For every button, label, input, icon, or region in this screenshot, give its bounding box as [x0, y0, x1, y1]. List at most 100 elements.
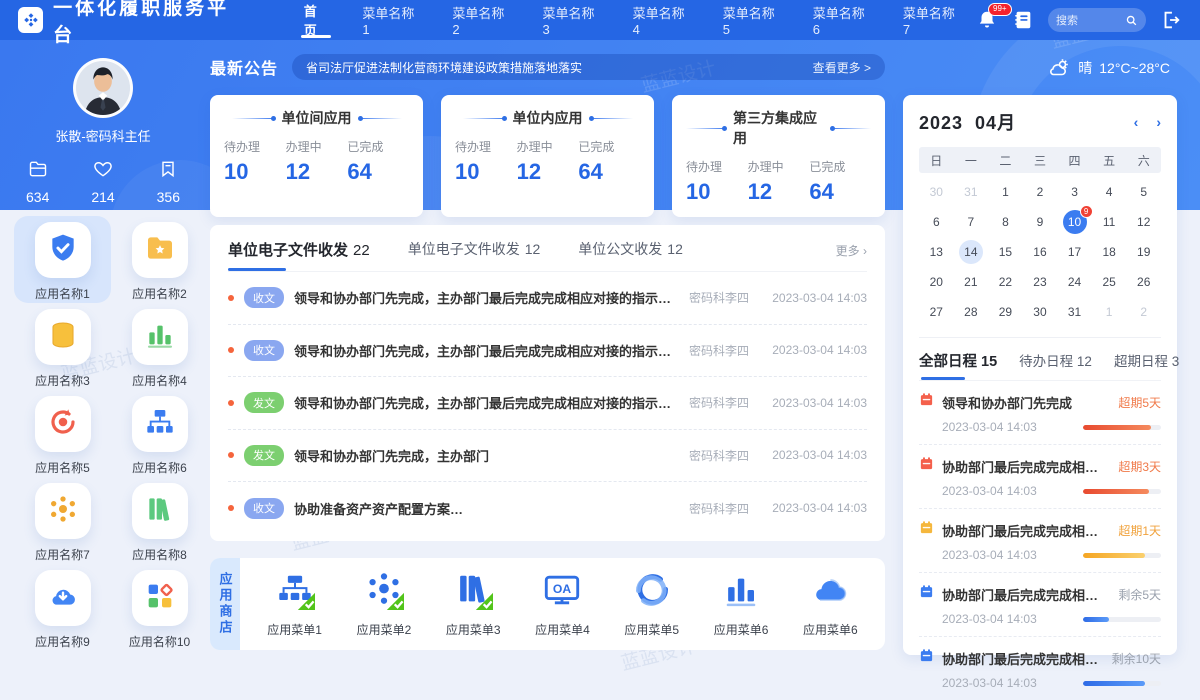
- schedule-tab[interactable]: 超期日程 3: [1114, 350, 1179, 380]
- document-row[interactable]: 发文领导和协办部门先完成，主办部门最后完成完成相应对接的指示任务办件，请示文密码…: [228, 377, 867, 430]
- stat-col[interactable]: 已完成64: [578, 138, 640, 185]
- logout-button[interactable]: [1160, 9, 1182, 31]
- schedule-item[interactable]: 协助部门最后完成完成相应对接…超期1天2023-03-04 14:03: [919, 509, 1161, 573]
- nav-item-菜单名称4[interactable]: 菜单名称4: [616, 0, 706, 40]
- calendar-day[interactable]: 1: [1092, 297, 1127, 327]
- calendar-next-button[interactable]: ›: [1156, 115, 1161, 129]
- app-item-应用名称1[interactable]: 应用名称1: [14, 216, 111, 303]
- nav-item-菜单名称5[interactable]: 菜单名称5: [706, 0, 796, 40]
- calendar-day[interactable]: 11: [1092, 207, 1127, 237]
- calendar-day[interactable]: 19: [1126, 237, 1161, 267]
- calendar-day[interactable]: 15: [988, 237, 1023, 267]
- nav-item-菜单名称7[interactable]: 菜单名称7: [886, 0, 976, 40]
- calendar-day[interactable]: 18: [1092, 237, 1127, 267]
- documents-more-link[interactable]: 更多 ›: [836, 242, 867, 269]
- calendar-day[interactable]: 2: [1126, 297, 1161, 327]
- search-input[interactable]: 搜索: [1048, 8, 1146, 32]
- calendar-day[interactable]: 29: [988, 297, 1023, 327]
- stat-col[interactable]: 办理中12: [517, 138, 579, 185]
- schedule-time: 2023-03-04 14:03: [942, 484, 1083, 498]
- app-item-应用名称9[interactable]: 应用名称9: [14, 564, 111, 651]
- doc-tab[interactable]: 单位公文收发12: [578, 239, 683, 271]
- calendar-day[interactable]: 5: [1126, 177, 1161, 207]
- schedule-item[interactable]: 协助部门最后完成完成相应对接…超期3天2023-03-04 14:03: [919, 445, 1161, 509]
- store-item-应用菜单6[interactable]: 应用菜单6: [803, 570, 858, 638]
- app-item-应用名称10[interactable]: 应用名称10: [111, 564, 208, 651]
- app-item-应用名称5[interactable]: 应用名称5: [14, 390, 111, 477]
- stat-col[interactable]: 办理中12: [286, 138, 348, 185]
- nav-item-菜单名称2[interactable]: 菜单名称2: [435, 0, 525, 40]
- calendar-day[interactable]: 24: [1057, 267, 1092, 297]
- calendar-day[interactable]: 9: [1023, 207, 1058, 237]
- document-row[interactable]: 发文领导和协办部门先完成，主办部门密码科李四2023-03-04 14:03: [228, 430, 867, 483]
- calendar-day[interactable]: 30: [1023, 297, 1058, 327]
- app-item-应用名称7[interactable]: 应用名称7: [14, 477, 111, 564]
- profile-stat[interactable]: 214: [91, 159, 114, 205]
- calendar-day[interactable]: 31: [1057, 297, 1092, 327]
- doc-tab[interactable]: 单位电子文件收发22: [228, 239, 370, 271]
- calendar-day[interactable]: 22: [988, 267, 1023, 297]
- calendar-day[interactable]: 30: [919, 177, 954, 207]
- calendar-day[interactable]: 25: [1092, 267, 1127, 297]
- avatar[interactable]: [73, 58, 133, 118]
- nav-item-菜单名称1[interactable]: 菜单名称1: [345, 0, 435, 40]
- calendar-day[interactable]: 21: [954, 267, 989, 297]
- stat-col[interactable]: 已完成64: [347, 138, 409, 185]
- store-item-应用菜单5[interactable]: 应用菜单5: [624, 570, 679, 638]
- app-item-应用名称2[interactable]: 应用名称2: [111, 216, 208, 303]
- schedule-item[interactable]: 协助部门最后完成完成相应对接…剩余10天2023-03-04 14:03: [919, 637, 1161, 700]
- stat-col[interactable]: 待办理10: [224, 138, 286, 185]
- app-item-应用名称4[interactable]: 应用名称4: [111, 303, 208, 390]
- calendar-day[interactable]: 14: [954, 237, 989, 267]
- calendar-day[interactable]: 17: [1057, 237, 1092, 267]
- calendar-day[interactable]: 1: [988, 177, 1023, 207]
- calendar-day[interactable]: 27: [919, 297, 954, 327]
- nav-item-菜单名称3[interactable]: 菜单名称3: [526, 0, 616, 40]
- stat-col[interactable]: 已完成64: [809, 158, 871, 205]
- schedule-item[interactable]: 领导和协办部门先完成超期5天2023-03-04 14:03: [919, 381, 1161, 445]
- store-item-应用菜单3[interactable]: 应用菜单3: [446, 570, 501, 638]
- calendar-day[interactable]: 109: [1057, 207, 1092, 237]
- profile-stat[interactable]: 634: [26, 159, 49, 205]
- calendar-day[interactable]: 31: [954, 177, 989, 207]
- nav-item-菜单名称6[interactable]: 菜单名称6: [796, 0, 886, 40]
- store-item-应用菜单1[interactable]: 应用菜单1: [267, 570, 322, 638]
- calendar-day[interactable]: 16: [1023, 237, 1058, 267]
- calendar-day[interactable]: 6: [919, 207, 954, 237]
- document-row[interactable]: 收文领导和协办部门先完成，主办部门最后完成完成相应对接的指示任务办件…密码科李四…: [228, 272, 867, 325]
- nav-item-首页[interactable]: 首页: [287, 0, 346, 40]
- weekday-label: 五: [1092, 152, 1127, 169]
- calendar-day[interactable]: 20: [919, 267, 954, 297]
- calendar-prev-button[interactable]: ‹: [1134, 115, 1139, 129]
- app-item-应用名称3[interactable]: 应用名称3: [14, 303, 111, 390]
- calendar-day[interactable]: 26: [1126, 267, 1161, 297]
- calendar-day[interactable]: 23: [1023, 267, 1058, 297]
- calendar-day[interactable]: 8: [988, 207, 1023, 237]
- notifications-button[interactable]: 99+: [976, 9, 998, 31]
- calendar-day[interactable]: 7: [954, 207, 989, 237]
- contacts-icon[interactable]: [1012, 9, 1034, 31]
- profile-stat[interactable]: 356: [157, 159, 180, 205]
- schedule-tab[interactable]: 全部日程 15: [919, 350, 997, 380]
- app-item-应用名称8[interactable]: 应用名称8: [111, 477, 208, 564]
- calendar-day[interactable]: 12: [1126, 207, 1161, 237]
- store-item-应用菜单4[interactable]: OA应用菜单4: [535, 570, 590, 638]
- store-item-应用菜单6[interactable]: 应用菜单6: [714, 570, 769, 638]
- calendar-day[interactable]: 3: [1057, 177, 1092, 207]
- calendar-day[interactable]: 28: [954, 297, 989, 327]
- document-row[interactable]: 收文领导和协办部门先完成，主办部门最后完成完成相应对接的指示任务办件，请示文密码…: [228, 325, 867, 378]
- announcement-text[interactable]: 省司法厅促进法制化营商环境建设政策措施落地落实: [306, 59, 813, 76]
- announcement-more-link[interactable]: 查看更多 >: [813, 59, 871, 76]
- app-item-应用名称6[interactable]: 应用名称6: [111, 390, 208, 477]
- doc-tab[interactable]: 单位电子文件收发12: [408, 239, 541, 271]
- calendar-day[interactable]: 13: [919, 237, 954, 267]
- stat-col[interactable]: 待办理10: [686, 158, 748, 205]
- stat-col[interactable]: 待办理10: [455, 138, 517, 185]
- stat-col[interactable]: 办理中12: [748, 158, 810, 205]
- store-item-应用菜单2[interactable]: 应用菜单2: [357, 570, 412, 638]
- calendar-day[interactable]: 2: [1023, 177, 1058, 207]
- schedule-item[interactable]: 协助部门最后完成完成相应对接…剩余5天2023-03-04 14:03: [919, 573, 1161, 637]
- calendar-day[interactable]: 4: [1092, 177, 1127, 207]
- schedule-tab[interactable]: 待办日程 12: [1019, 350, 1092, 380]
- document-row[interactable]: 收文协助准备资产资产配置方案…密码科李四2023-03-04 14:03: [228, 482, 867, 535]
